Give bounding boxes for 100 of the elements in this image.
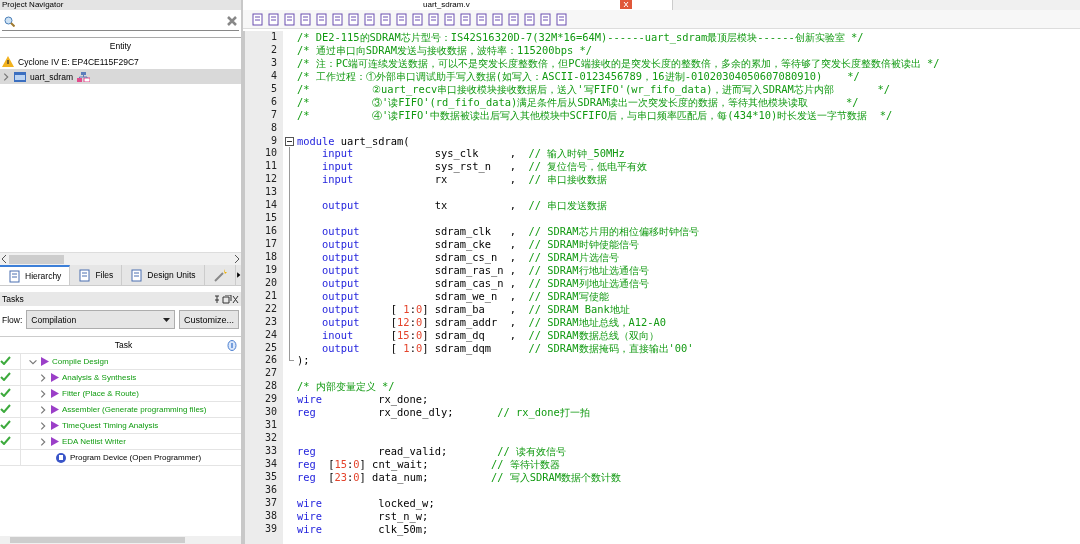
line-number: 37	[263, 496, 278, 510]
line-number: 33	[263, 445, 278, 458]
line-number: 5	[269, 82, 278, 96]
task-label[interactable]: EDA Netlist Writer	[62, 437, 126, 446]
flow-label: Flow:	[2, 314, 23, 325]
code-line: reg read_valid; // 读有效信号	[297, 445, 567, 458]
task-label[interactable]: Fitter (Place & Route)	[62, 389, 139, 398]
code-line: output [ 1:0] sdram_ba , // SDRAM Bank地址	[321, 302, 631, 316]
line-number: 22	[263, 302, 278, 316]
code-line: output sdram_cas_n , // SDRAM列地址选通信号	[321, 276, 650, 290]
code-line: /* DE2-115的SDRAM芯片型号：IS42S16320D-7(32M*16=64M)------uart_sdram最顶层模块------创新实验室 */	[297, 31, 865, 44]
code-line: output sdram_cs_n , // SDRAM片选信号	[321, 250, 620, 264]
line-number: 24	[263, 328, 278, 342]
scroll-left-icon[interactable]	[2, 255, 7, 263]
code-line: output tx , // 串口发送数据	[321, 199, 609, 213]
line-number: 1	[269, 31, 278, 44]
code-line: output sdram_ras_n , // SDRAM行地址选通信号	[321, 263, 650, 277]
panel-title: Tasks	[2, 294, 24, 304]
line-number: 27	[263, 367, 278, 381]
code-line: output sdram_cke , // SDRAM时钟使能信号	[321, 238, 640, 251]
caret-icon[interactable]	[163, 317, 170, 322]
chevron-down-icon[interactable]	[29, 357, 37, 366]
line-number: 20	[263, 276, 278, 290]
panel-title: Project Navigator	[2, 0, 64, 9]
pin-close-icon[interactable]	[213, 294, 239, 304]
flow-dropdown[interactable]: Compilation	[26, 310, 175, 329]
line-number: 15	[263, 212, 278, 226]
tree-item[interactable]: uart_sdram	[0, 69, 241, 84]
collapse-icon[interactable]	[285, 136, 294, 146]
chevron-right-icon[interactable]	[2, 72, 10, 81]
warning-icon	[2, 56, 14, 67]
customize-button[interactable]: Customize...	[179, 310, 239, 329]
line-number: 8	[269, 121, 278, 135]
code-line: );	[297, 354, 311, 368]
line-number: 38	[263, 509, 278, 523]
task-label[interactable]: Assembler (Generate programming files)	[62, 405, 207, 414]
scrollbar-thumb[interactable]	[10, 537, 185, 543]
code-line: inout [15:0] sdram_dq , // SDRAM数据总线（双向）	[321, 328, 660, 342]
line-number: 26	[263, 354, 278, 368]
line-number: 12	[263, 173, 278, 187]
line-number: 19	[263, 263, 278, 277]
tree-item[interactable]: Cyclone IV E: EP4CE115F29C7	[0, 54, 241, 69]
code-line: /* 工作过程：①外部串口调试助手写入数据(如写入：ASCII-0123456789，16进制-01020304050607080910) */	[297, 69, 861, 83]
chevron-right-icon[interactable]	[39, 389, 47, 398]
line-number: 9	[269, 134, 278, 148]
chevron-right-icon[interactable]	[39, 421, 47, 430]
code-line: wire rst_n_w;	[297, 509, 429, 523]
line-number: 32	[263, 432, 278, 445]
line-number: 14	[263, 199, 278, 213]
code-line: output sdram_we_n , // SDRAM写使能	[321, 289, 609, 303]
search-icon	[4, 15, 15, 27]
code-line: wire clk_50m;	[297, 522, 430, 536]
line-number: 16	[263, 225, 278, 238]
line-number: 25	[263, 341, 278, 355]
line-number: 31	[263, 419, 278, 433]
task-label[interactable]: Program Device (Open Programmer)	[70, 453, 202, 462]
scrollbar-thumb[interactable]	[9, 254, 64, 264]
info-icon[interactable]	[227, 339, 237, 351]
line-number: 21	[263, 289, 278, 303]
chip-icon	[55, 451, 67, 464]
code-line: input rx , // 串口接收数据	[321, 173, 609, 187]
file-tab[interactable]: uart_sdram.v	[423, 0, 470, 10]
line-number: 10	[263, 147, 278, 161]
code-line: /* 注：PC端可连续发送数据，可以不是突发长度整数倍，但PC端接收的是突发长度的整数倍，多余的累加，等待够了突发长度整数倍被读出 */	[297, 56, 941, 70]
code-line: /* ③'读FIFO'(rd_fifo_data)满足条件后从SDRAM读出一次突发长度的数据，等待其他模块读取 */	[297, 95, 860, 109]
code-line: /* 通过串口向SDRAM发送与接收数据，波特率：115200bps */	[297, 43, 593, 57]
code-line: reg rx_done_dly; // rx_done打一拍	[297, 406, 591, 420]
code-line: output sdram_clk , // SDRAM芯片用的相位偏移时钟信号	[321, 225, 700, 238]
panel-tab[interactable]: Hierarchy	[0, 265, 71, 285]
chevron-right-icon[interactable]	[39, 373, 47, 382]
column-header: Entity	[109, 41, 132, 51]
close-icon[interactable]	[227, 16, 237, 26]
entity-icon	[14, 71, 26, 82]
line-number: 3	[269, 56, 278, 70]
code-line: output [12:0] sdram_addr , // SDRAM地址总线，A12-A0	[321, 315, 668, 329]
code-line: input sys_clk , // 输入时钟_50MHz	[321, 147, 626, 161]
task-label[interactable]: TimeQuest Timing Analysis	[62, 421, 159, 430]
task-label[interactable]: Compile Design	[52, 357, 109, 366]
line-number: 35	[263, 470, 278, 484]
code-line: input sys_rst_n , // 复位信号，低电平有效	[321, 160, 649, 174]
line-number: 30	[263, 406, 278, 420]
line-number: 11	[263, 160, 278, 174]
task-label[interactable]: Analysis & Synthesis	[62, 373, 137, 382]
column-header: Task	[113, 340, 134, 350]
line-number: 39	[263, 522, 278, 536]
scroll-right-icon[interactable]	[234, 255, 239, 263]
close-icon[interactable]	[619, 0, 632, 9]
chevron-right-icon[interactable]	[39, 405, 47, 414]
code-line: wire rx_done;	[297, 393, 430, 407]
line-number: 2	[269, 43, 278, 57]
code-line: wire locked_w;	[297, 496, 436, 510]
chevron-right-icon[interactable]	[39, 437, 47, 446]
code-line: /* ②uart_recv串口接收模块接收数据后，送入'写FIFO'(wr_fifo_data)，进而写入SDRAM芯片内部 */	[297, 82, 892, 96]
line-number: 29	[263, 393, 278, 407]
code-line: module uart_sdram(	[297, 134, 411, 148]
line-number: 28	[263, 380, 278, 394]
wand-icon[interactable]	[212, 268, 227, 282]
line-number: 23	[263, 315, 278, 329]
line-number: 34	[263, 457, 278, 471]
line-number: 6	[269, 95, 278, 109]
